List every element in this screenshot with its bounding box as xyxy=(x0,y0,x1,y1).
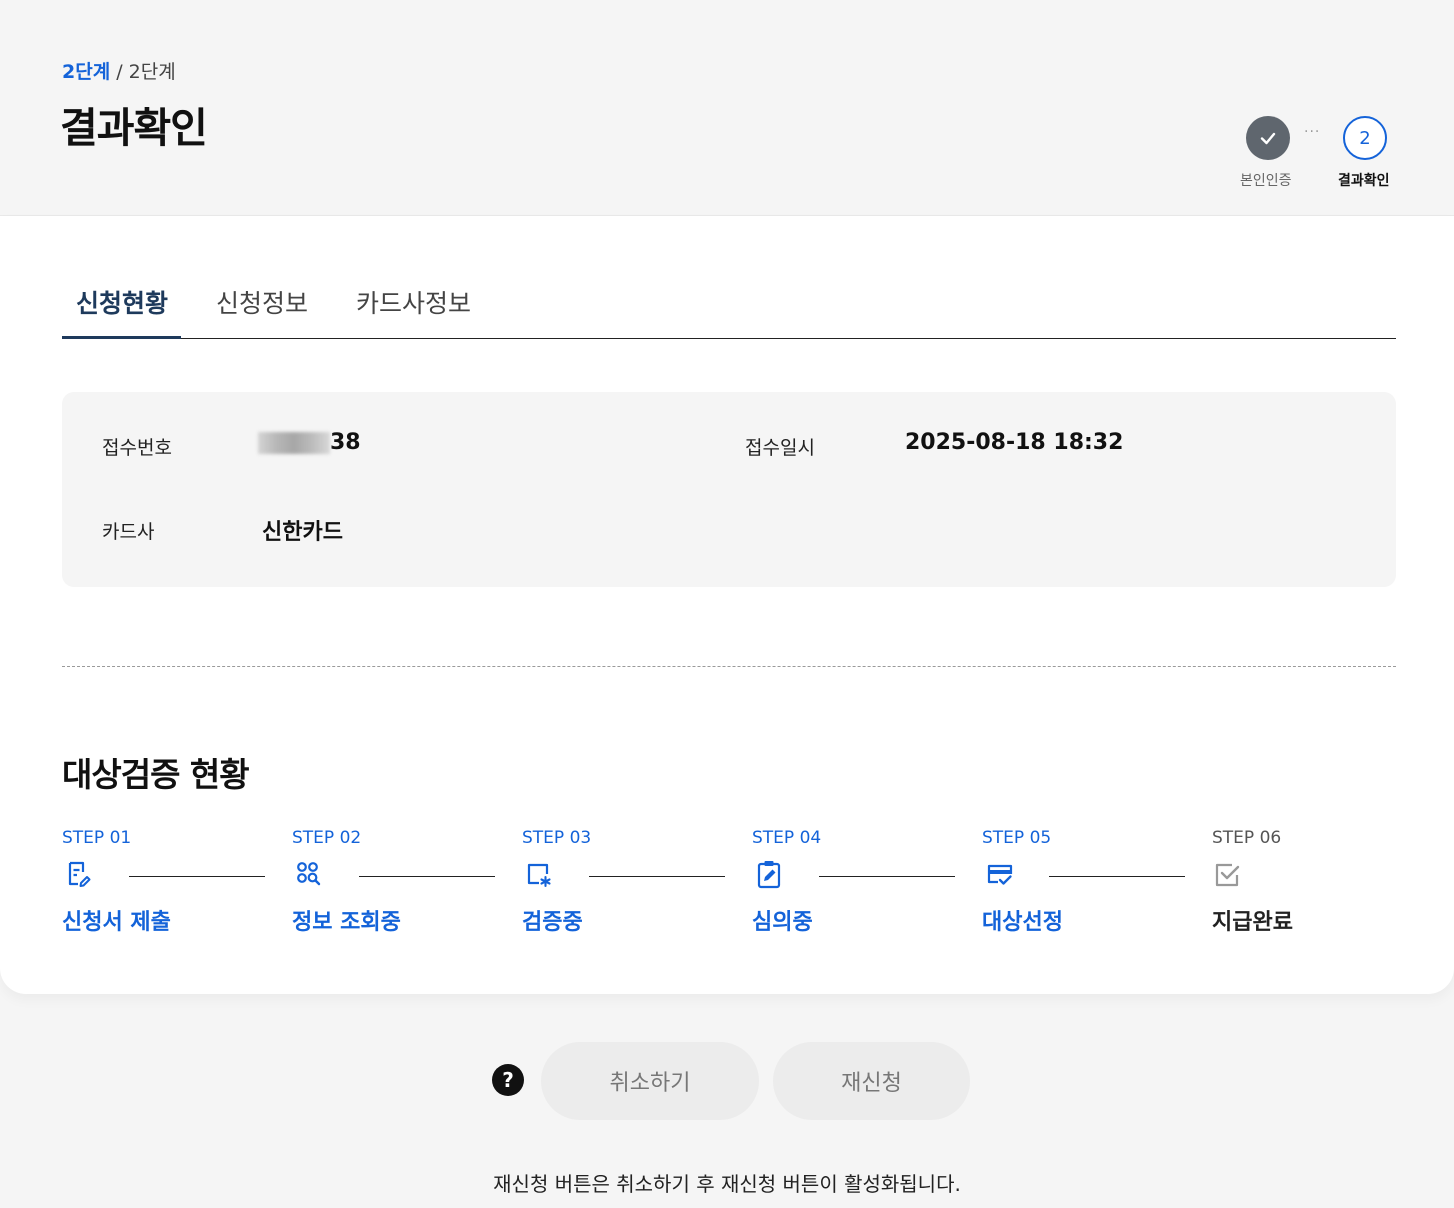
step-connector xyxy=(1049,876,1185,877)
step-06: STEP 06 지급완료 xyxy=(1212,824,1442,944)
card-company-label: 카드사 xyxy=(102,521,155,543)
total-steps: 2단계 xyxy=(128,61,176,83)
clipboard-edit-icon xyxy=(757,861,781,889)
help-button[interactable]: ? xyxy=(492,1064,524,1096)
progress-dots: ··· xyxy=(1304,124,1321,140)
step-name: 지급완료 xyxy=(1212,910,1293,935)
step-number: STEP 01 xyxy=(62,828,132,848)
step-connector xyxy=(589,876,725,877)
step-separator: / xyxy=(110,61,129,83)
step-05: STEP 05 대상선정 xyxy=(982,824,1212,944)
step-name: 신청서 제출 xyxy=(62,910,171,935)
checkbox-icon xyxy=(1215,863,1240,887)
step-number: STEP 02 xyxy=(292,828,362,848)
tab-bar: 신청현황 신청정보 카드사정보 xyxy=(62,278,1396,339)
verification-status-title: 대상검증 현황 xyxy=(62,755,250,794)
step-number: STEP 06 xyxy=(1212,828,1282,848)
receipt-datetime-value: 2025-08-18 18:32 xyxy=(905,430,1124,455)
step-04: STEP 04 심의중 xyxy=(752,824,982,944)
receipt-number-label: 접수번호 xyxy=(102,437,172,459)
card-check-icon xyxy=(987,864,1013,885)
tab-active-underline xyxy=(62,336,181,339)
progress-stepper: ··· 2 본인인증 결과확인 xyxy=(1236,116,1396,196)
form-edit-icon xyxy=(68,861,91,887)
receipt-number-suffix: 38 xyxy=(330,430,361,455)
progress-step-1-done xyxy=(1246,116,1290,160)
step-02: STEP 02 정보 조회중 xyxy=(292,824,522,944)
verify-frame-icon xyxy=(527,863,551,888)
step-name: 검증중 xyxy=(522,910,583,935)
progress-step-2-active: 2 xyxy=(1343,116,1387,160)
receipt-number-value: 38 xyxy=(258,430,361,455)
step-connector xyxy=(819,876,955,877)
step-number: STEP 04 xyxy=(752,828,822,848)
tab-application-status[interactable]: 신청현황 xyxy=(76,284,168,320)
tab-application-info[interactable]: 신청정보 xyxy=(216,284,308,320)
step-indicator: 2단계 / 2단계 xyxy=(62,57,176,84)
section-divider xyxy=(62,666,1396,667)
tab-card-company-info[interactable]: 카드사정보 xyxy=(356,284,471,320)
cancel-button[interactable]: 취소하기 xyxy=(541,1042,759,1120)
step-name: 정보 조회중 xyxy=(292,910,401,935)
search-grid-icon xyxy=(297,862,321,886)
redacted-mask xyxy=(258,432,330,454)
receipt-datetime-label: 접수일시 xyxy=(745,437,815,459)
step-name: 심의중 xyxy=(752,910,813,935)
progress-step-2-label: 결과확인 xyxy=(1338,173,1390,189)
page-header: 2단계 / 2단계 결과확인 ··· 2 본인인증 결과확인 xyxy=(0,0,1454,216)
reapply-button[interactable]: 재신청 xyxy=(773,1042,970,1120)
verification-steps: STEP 01 신청서 제출 STEP 02 정보 조회중 STEP 03 검증… xyxy=(62,824,1396,944)
progress-step-1-label: 본인인증 xyxy=(1240,173,1292,189)
step-connector xyxy=(129,876,265,877)
content-card: 신청현황 신청정보 카드사정보 접수번호 38 접수일시 2025-08-18 … xyxy=(0,216,1454,994)
receipt-info-box: 접수번호 38 접수일시 2025-08-18 18:32 카드사 신한카드 xyxy=(62,392,1396,587)
current-step: 2단계 xyxy=(62,61,111,83)
step-03: STEP 03 검증중 xyxy=(522,824,752,944)
reapply-notice: 재신청 버튼은 취소하기 후 재신청 버튼이 활성화됩니다. xyxy=(493,1172,961,1196)
check-icon xyxy=(1260,132,1276,145)
step-connector xyxy=(359,876,495,877)
card-company-value: 신한카드 xyxy=(262,520,343,545)
page-title: 결과확인 xyxy=(60,104,208,152)
step-name: 대상선정 xyxy=(982,910,1063,935)
step-01: STEP 01 신청서 제출 xyxy=(62,824,292,944)
step-number: STEP 05 xyxy=(982,828,1052,848)
action-bar: ? 취소하기 재신청 xyxy=(0,1042,1454,1120)
step-number: STEP 03 xyxy=(522,828,592,848)
